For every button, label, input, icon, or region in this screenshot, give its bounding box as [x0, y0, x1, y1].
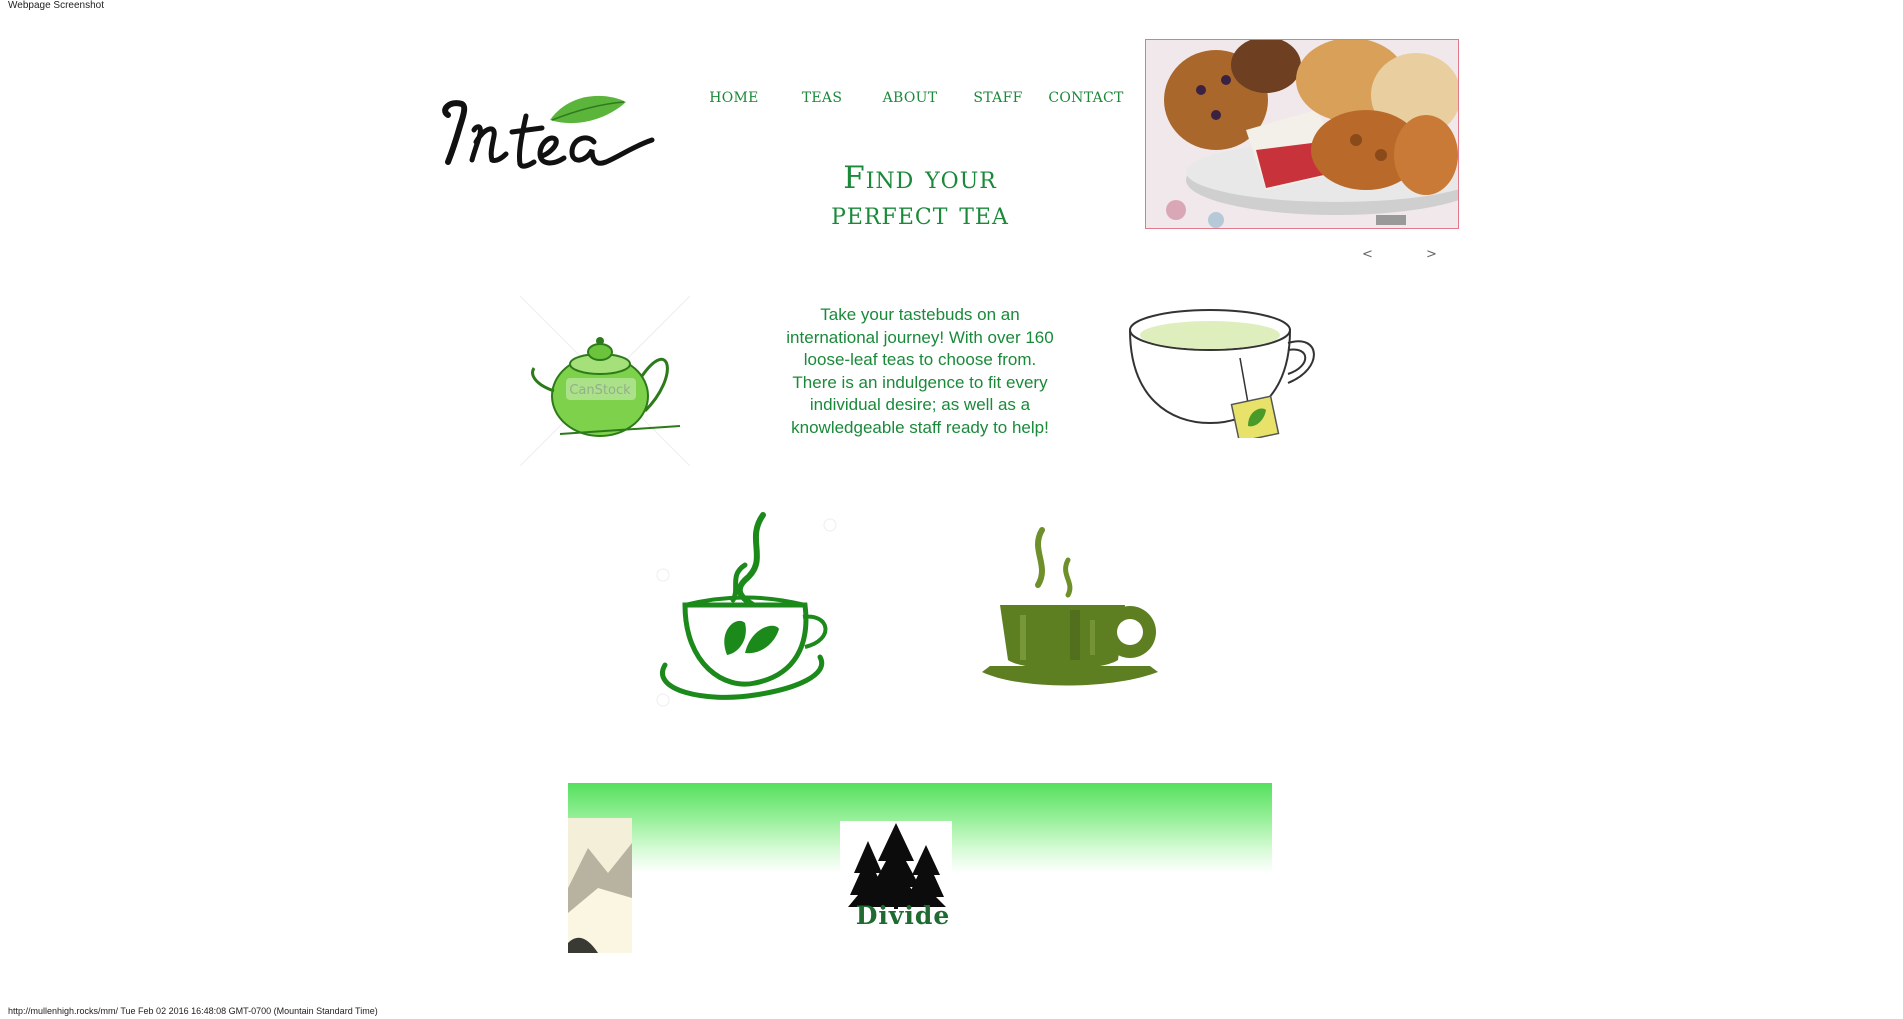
- mountain-photo-icon: [568, 818, 632, 953]
- nav-teas[interactable]: TEAS: [778, 90, 866, 114]
- pastries-photo-icon: [1146, 40, 1458, 228]
- page-title: Find your perfect tea: [780, 160, 1060, 232]
- slideshow-arrows: < >: [1350, 247, 1450, 265]
- teapot-watermark: CanStock: [569, 383, 631, 398]
- nav-about[interactable]: ABOUT: [866, 90, 954, 114]
- screenshot-footer-url: http://mullenhigh.rocks/mm/ Tue Feb 02 2…: [8, 1006, 378, 1016]
- mountain-photo: [568, 818, 632, 953]
- steaming-cup-image: [645, 505, 845, 710]
- page-title-line2: perfect tea: [831, 196, 1009, 232]
- intro-paragraph: Take your tastebuds on an international …: [786, 305, 1054, 437]
- page-title-line1: Find your: [843, 160, 997, 196]
- nav-contact[interactable]: CONTACT: [1042, 90, 1130, 114]
- slideshow-next-button[interactable]: >: [1426, 247, 1437, 262]
- steaming-cup-leaf-icon: [656, 512, 837, 707]
- tea-cup-image: [1120, 298, 1330, 443]
- divide-logo-text: Divide: [855, 901, 951, 930]
- site-logo[interactable]: [430, 70, 670, 180]
- footer-banner: Divide: [568, 783, 1272, 953]
- main-nav: HOME TEAS ABOUT STAFF CONTACT: [690, 90, 1130, 114]
- slideshow-prev-button[interactable]: <: [1362, 247, 1373, 262]
- pine-trees-icon: [848, 823, 946, 909]
- tea-cup-with-bag-icon: [1128, 309, 1315, 443]
- steaming-mug-icon: [982, 527, 1158, 686]
- grunge-mug-image: [980, 520, 1160, 690]
- nav-staff[interactable]: STAFF: [954, 90, 1042, 114]
- intea-logo-icon: [442, 95, 655, 169]
- divide-logo[interactable]: Divide: [818, 821, 988, 931]
- green-teapot-icon: CanStock: [519, 295, 691, 467]
- screenshot-header-label: Webpage Screenshot: [8, 0, 104, 11]
- nav-home[interactable]: HOME: [690, 90, 778, 114]
- teapot-image: CanStock: [519, 295, 691, 467]
- slideshow-image[interactable]: [1145, 39, 1459, 229]
